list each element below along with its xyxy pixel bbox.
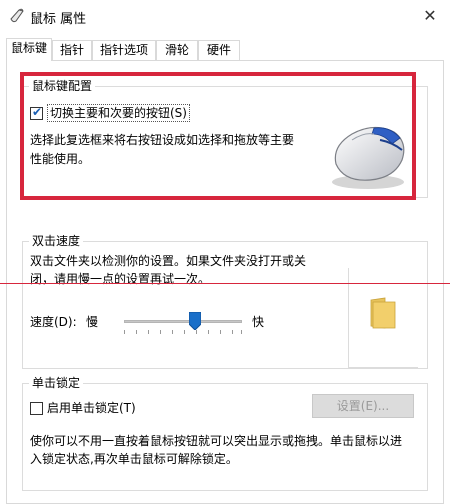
speed-slider-thumb[interactable]: [189, 312, 201, 330]
fast-label: 快: [252, 315, 265, 329]
tab-buttons[interactable]: 鼠标键: [6, 38, 52, 61]
mouse-icon: [10, 8, 24, 23]
window-title: 鼠标 属性: [30, 12, 87, 27]
speed-label: 速度(D):: [30, 315, 77, 329]
double-click-description-1: 双击文件夹以检测你的设置。如果文件夹没打开或关: [30, 254, 307, 268]
folder-icon[interactable]: [367, 296, 399, 330]
tab-hardware[interactable]: 硬件: [198, 40, 240, 60]
click-lock-title: 单击锁定: [29, 375, 84, 391]
close-button[interactable]: ✕: [410, 0, 450, 32]
click-lock-description-1: 使你可以不用一直按着鼠标按钮就可以突出显示或拖拽。单击鼠标以进: [30, 434, 403, 448]
title-bar: 鼠标 属性 ✕: [0, 0, 450, 32]
speed-slider-ticks: [124, 330, 242, 336]
highlight-annotation-line: [0, 283, 450, 284]
click-lock-label[interactable]: 启用单击锁定(T): [47, 399, 136, 417]
double-click-description-2: 闭，请用慢一点的设置再试一次。: [30, 272, 211, 286]
double-click-title: 双击速度: [29, 233, 84, 249]
tab-wheel[interactable]: 滑轮: [156, 40, 198, 60]
click-lock-settings-button[interactable]: 设置(E)...: [312, 394, 414, 418]
click-lock-description-2: 入锁定状态,再次单击鼠标可解除锁定。: [30, 452, 238, 466]
speed-slider-track[interactable]: [124, 320, 242, 323]
tab-pointer-options[interactable]: 指针选项: [92, 40, 156, 60]
highlight-annotation-box: [20, 72, 416, 200]
tab-pointers[interactable]: 指针: [52, 40, 92, 60]
click-lock-checkbox[interactable]: [30, 402, 43, 415]
slow-label: 慢: [86, 315, 99, 329]
